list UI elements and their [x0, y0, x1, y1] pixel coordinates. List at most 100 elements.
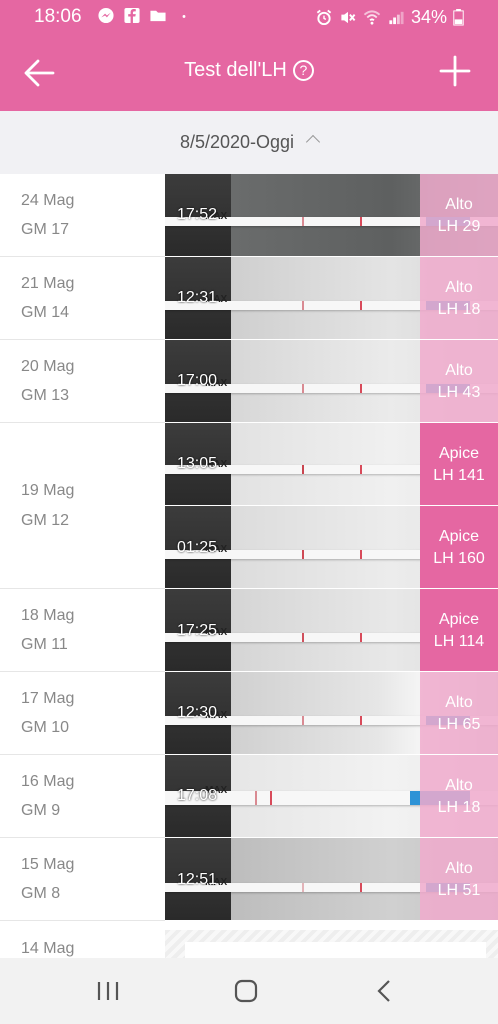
lh-result-tag: Alto LH 18 — [420, 755, 498, 837]
test-photo-row[interactable]: MAX 17:25 Apice LH 114 — [165, 589, 498, 672]
date-cell: 21 Mag GM 14 — [0, 257, 165, 340]
facebook-icon — [124, 7, 140, 24]
entry-cycle-day: GM 12 — [21, 512, 70, 529]
dot-icon — [182, 15, 186, 18]
date-cell: 16 Mag GM 9 — [0, 755, 165, 838]
test-photo-row[interactable]: MAX 01:25 Apice LH 160 — [165, 506, 498, 589]
lh-status: Apice — [438, 445, 480, 462]
add-test-plus-icon[interactable] — [438, 54, 472, 88]
date-cell: 19 Mag GM 12 — [0, 423, 165, 589]
lh-value: LH 65 — [437, 716, 481, 733]
lh-status: Alto — [445, 777, 473, 794]
test-time: 12:31 — [177, 289, 218, 306]
entry-date: 19 Mag — [21, 482, 75, 499]
entry-cycle-day: GM 10 — [21, 719, 70, 736]
page-title: Test dell'LH — [184, 59, 287, 81]
mute-icon — [341, 11, 356, 24]
entry-cycle-day: GM 13 — [21, 387, 70, 404]
battery-percentage: 34% — [410, 7, 447, 27]
back-nav-icon[interactable] — [370, 978, 400, 1004]
lh-status: Alto — [445, 279, 473, 296]
date-cell: 24 Mag GM 17 — [0, 174, 165, 257]
lh-value: LH 51 — [437, 882, 481, 899]
entry-date: 18 Mag — [21, 607, 75, 624]
test-time: 12:30 — [177, 704, 218, 721]
loading-placeholder — [165, 930, 498, 958]
test-photo-row[interactable]: MAX 17:08 Alto LH 18 — [165, 755, 498, 838]
lh-value: LH 43 — [437, 384, 481, 401]
test-time: 17:25 — [177, 622, 218, 639]
system-icons: 34% — [315, 7, 464, 28]
notification-icons — [97, 7, 193, 24]
lh-test-list: 24 Mag GM 17 21 Mag GM 14 20 Mag GM 13 1… — [0, 174, 498, 958]
help-icon[interactable]: ? — [292, 60, 314, 81]
wifi-icon — [363, 10, 381, 25]
date-range-wrap: 8/5/2020-Oggi — [0, 132, 498, 153]
battery-icon — [453, 9, 464, 26]
entry-date: 24 Mag — [21, 192, 75, 209]
lh-status: Alto — [445, 860, 473, 877]
test-photo-row[interactable]: MAX 13:05 Apice LH 141 — [165, 423, 498, 506]
alarm-icon — [316, 9, 332, 26]
lh-result-tag: Apice LH 141 — [420, 423, 498, 505]
lh-status: Alto — [445, 694, 473, 711]
test-photo-row[interactable]: MAX 12:51 Alto LH 51 — [165, 838, 498, 921]
date-range-label: 8/5/2020-Oggi — [179, 132, 295, 152]
lh-result-tag: Alto LH 18 — [420, 257, 498, 339]
test-photo-row[interactable]: MAX 12:30 Alto LH 65 — [165, 672, 498, 755]
lh-value: LH 18 — [437, 799, 481, 816]
app-header: Test dell'LH? — [0, 34, 498, 111]
entry-date: 17 Mag — [21, 690, 75, 707]
status-time: 18:06 — [34, 6, 82, 27]
date-range-selector[interactable]: 8/5/2020-Oggi — [0, 111, 498, 174]
home-icon[interactable] — [231, 978, 261, 1004]
status-bar: 18:06 34% — [0, 0, 498, 34]
test-photo-row[interactable]: MAX 17:52 Alto LH 29 — [165, 174, 498, 257]
lh-result-tag: Alto LH 43 — [420, 340, 498, 422]
lh-result-tag: Alto LH 29 — [420, 174, 498, 256]
entry-cycle-day: GM 11 — [21, 636, 68, 653]
date-cell: 14 Mag — [0, 921, 165, 958]
entry-cycle-day: GM 8 — [21, 885, 61, 902]
lh-value: LH 18 — [437, 301, 481, 318]
signal-icon — [389, 11, 404, 25]
lh-value: LH 141 — [433, 467, 485, 484]
placeholder-card — [185, 942, 486, 958]
test-time: 17:52 — [177, 206, 218, 223]
lh-value: LH 114 — [433, 633, 485, 650]
recent-apps-icon[interactable] — [93, 978, 123, 1004]
lh-status: Apice — [438, 528, 480, 545]
system-navigation-bar — [0, 958, 498, 1024]
test-photo-row[interactable]: MAX 12:31 Alto LH 18 — [165, 257, 498, 340]
entry-date: 14 Mag — [21, 940, 75, 957]
folder-icon — [150, 10, 166, 22]
test-time: 17:00 — [177, 372, 218, 389]
entry-date: 20 Mag — [21, 358, 75, 375]
entry-cycle-day: GM 17 — [21, 221, 70, 238]
date-cell: 18 Mag GM 11 — [0, 589, 165, 672]
entry-cycle-day: GM 14 — [21, 304, 70, 321]
test-time: 13:05 — [177, 455, 218, 472]
lh-value: LH 29 — [437, 218, 481, 235]
test-time: 01:25 — [177, 539, 218, 556]
date-cell: 17 Mag GM 10 — [0, 672, 165, 755]
page-title-wrap: Test dell'LH? — [0, 59, 498, 82]
lh-status: Alto — [445, 362, 473, 379]
test-photo-row[interactable]: MAX 17:00 Alto LH 43 — [165, 340, 498, 423]
lh-result-tag: Alto LH 65 — [420, 672, 498, 754]
lh-result-tag: Alto LH 51 — [420, 838, 498, 920]
date-cell: 20 Mag GM 13 — [0, 340, 165, 423]
test-time: 12:51 — [177, 871, 218, 888]
lh-result-tag: Apice LH 114 — [420, 589, 498, 671]
test-time: 17:08 — [177, 787, 218, 804]
date-cell: 15 Mag GM 8 — [0, 838, 165, 921]
entry-date: 21 Mag — [21, 275, 75, 292]
lh-status: Apice — [438, 611, 480, 628]
entry-date: 15 Mag — [21, 856, 75, 873]
entry-cycle-day: GM 9 — [21, 802, 61, 819]
lh-status: Alto — [445, 196, 473, 213]
messenger-icon — [98, 7, 114, 24]
entry-date: 16 Mag — [21, 773, 75, 790]
chevron-up-icon[interactable] — [305, 134, 321, 150]
lh-value: LH 160 — [433, 550, 485, 567]
